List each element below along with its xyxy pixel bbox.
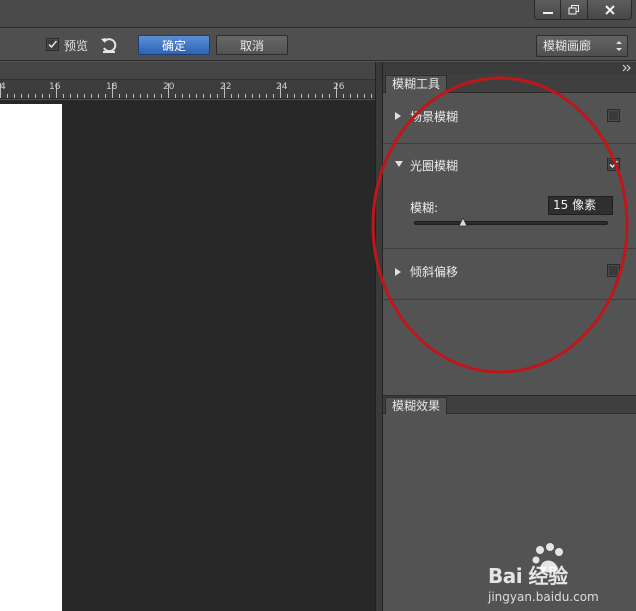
preview-label: 预览 <box>64 39 89 53</box>
iris-blur-checkbox[interactable] <box>607 158 620 171</box>
close-button[interactable] <box>588 0 632 20</box>
tab-blur-tools[interactable]: 模糊工具 <box>385 75 448 93</box>
ruler-label: 16 <box>49 82 61 92</box>
effects-tabbar: 模糊效果 <box>383 395 636 415</box>
ruler-label: 26 <box>333 82 345 92</box>
collapse-panel-icon[interactable] <box>622 64 632 72</box>
ruler-label: 4 <box>0 82 6 92</box>
blur-amount-label: 模糊: <box>410 201 439 215</box>
gallery-select[interactable]: 模糊画廊 <box>536 35 628 57</box>
section-field-blur[interactable]: 场景模糊 <box>383 94 636 144</box>
field-blur-checkbox[interactable] <box>607 109 620 122</box>
blur-amount-input[interactable]: 15 像素 <box>548 196 613 215</box>
horizontal-ruler: 4 16 18 20 22 24 26 <box>0 80 375 99</box>
ruler-label: 18 <box>106 82 118 92</box>
checkmark-icon <box>609 160 619 169</box>
close-icon <box>604 4 615 15</box>
reset-icon[interactable] <box>99 35 119 55</box>
baidu-watermark: Bai 经验 jingyan.baidu.com <box>488 540 636 610</box>
section-label: 场景模糊 <box>410 110 459 124</box>
title-bar <box>0 0 636 28</box>
watermark-url: jingyan.baidu.com <box>488 590 599 604</box>
ruler-label: 20 <box>163 82 175 92</box>
canvas-header-strip <box>0 62 382 80</box>
window-controls <box>534 0 632 20</box>
minimize-icon <box>542 11 553 14</box>
ruler-label: 24 <box>276 82 288 92</box>
collapse-arrow-icon[interactable] <box>395 161 403 167</box>
cancel-button[interactable]: 取消 <box>216 35 288 55</box>
tilt-shift-checkbox[interactable] <box>607 264 620 277</box>
expand-arrow-icon[interactable] <box>395 268 401 276</box>
blur-slider-thumb[interactable] <box>457 217 468 227</box>
tools-tabbar: 模糊工具 <box>383 74 636 93</box>
panel-topbar <box>383 62 636 74</box>
maximize-icon <box>568 4 579 14</box>
minimize-button[interactable] <box>534 0 561 20</box>
section-tilt-shift[interactable]: 倾斜偏移 <box>383 250 636 300</box>
preview-checkbox[interactable] <box>46 38 59 51</box>
options-bar: 预览 确定 取消 模糊画廊 <box>0 29 636 61</box>
maximize-button[interactable] <box>561 0 588 20</box>
section-label: 光圈模糊 <box>410 159 459 173</box>
document-image[interactable] <box>0 104 62 611</box>
expand-arrow-icon[interactable] <box>395 112 401 120</box>
panel-splitter[interactable] <box>375 62 383 611</box>
watermark-brand: Bai 经验 <box>488 564 568 588</box>
ruler-label: 22 <box>220 82 232 92</box>
tab-blur-effects[interactable]: 模糊效果 <box>385 397 448 415</box>
select-arrows-icon <box>616 41 622 51</box>
checkmark-icon <box>48 40 58 49</box>
section-label: 倾斜偏移 <box>410 265 459 279</box>
blur-tools-panel: 模糊工具 场景模糊 光圈模糊 模糊: 15 像素 倾斜偏移 模糊效果 <box>383 62 636 611</box>
blur-slider-track[interactable] <box>414 221 608 225</box>
gallery-select-value: 模糊画廊 <box>543 39 592 53</box>
ok-button[interactable]: 确定 <box>138 35 210 55</box>
